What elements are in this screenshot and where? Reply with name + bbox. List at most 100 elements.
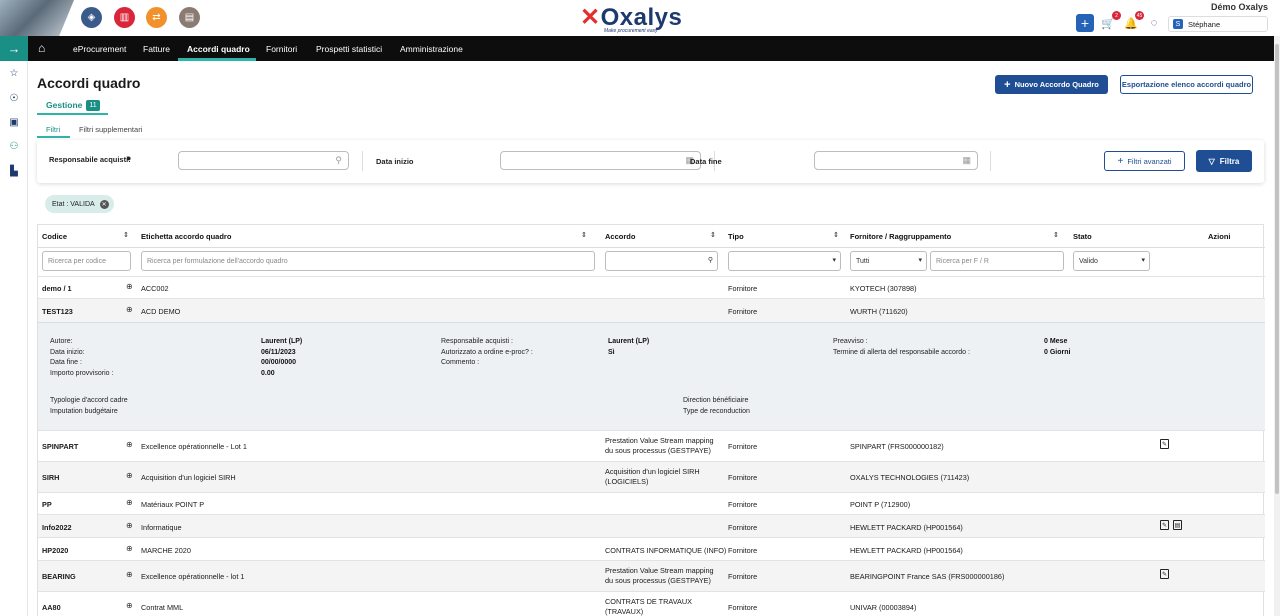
data-inizio-input[interactable]: ▦: [500, 151, 701, 170]
sort-icon[interactable]: ⇕: [1053, 231, 1059, 239]
search-codice-input[interactable]: Ricerca per codice: [42, 251, 131, 271]
table-row[interactable]: SPINPART ⊕ Excellence opérationnelle - L…: [38, 430, 1265, 461]
search-fornitore-input[interactable]: Ricerca per F / R: [930, 251, 1064, 271]
tipo-select[interactable]: ▾: [728, 251, 841, 271]
scroll-thumb[interactable]: [1275, 44, 1279, 494]
users-icon[interactable]: ⚇: [8, 140, 20, 152]
arrow-right-icon[interactable]: →: [0, 36, 28, 61]
tab-filtri-supplementari[interactable]: Filtri supplementari: [79, 125, 142, 134]
add-button[interactable]: +: [1076, 14, 1094, 32]
detail-importo: 0.00: [261, 369, 275, 377]
edit-icon[interactable]: ✎: [1160, 439, 1169, 449]
col-etichetta[interactable]: Etichetta accordo quadro: [141, 225, 231, 247]
zoom-icon[interactable]: ⊕: [126, 570, 133, 579]
zoom-icon[interactable]: ⊕: [126, 471, 133, 480]
filter-button-label: Filtra: [1219, 156, 1240, 166]
search-icon: ⚲: [335, 155, 342, 165]
table-row[interactable]: AA80 ⊕ Contrat MML CONTRATS DE TRAVAUX (…: [38, 591, 1265, 616]
home-icon[interactable]: ⌂: [38, 41, 45, 55]
row-tipo: Fornitore: [728, 603, 758, 612]
sort-icon[interactable]: ⇕: [581, 231, 587, 239]
sort-icon[interactable]: ⇕: [123, 231, 129, 239]
zoom-icon[interactable]: ⊕: [126, 544, 133, 553]
data-fine-label: Data fine: [690, 157, 722, 166]
tab-filtri[interactable]: Filtri: [46, 125, 60, 134]
nav-eprocurement[interactable]: eProcurement: [73, 44, 126, 54]
col-tipo[interactable]: Tipo: [728, 225, 744, 247]
detail-reconduction: Type de reconduction: [683, 407, 750, 415]
sort-icon[interactable]: ⇕: [710, 231, 716, 239]
row-tipo: Fornitore: [728, 442, 758, 451]
responsabile-input[interactable]: ⚲: [178, 151, 349, 170]
user-menu[interactable]: S Stéphane: [1168, 16, 1268, 32]
edit-icon[interactable]: ✎: [1160, 520, 1169, 530]
oxalys-logo[interactable]: ✕Oxalys Make procurement easy: [580, 3, 700, 34]
nav-fornitori[interactable]: Fornitori: [266, 44, 297, 54]
advanced-filters-button[interactable]: + Filtri avanzati: [1104, 151, 1185, 171]
cart-icon[interactable]: 🛒 2: [1099, 11, 1121, 32]
filter-button[interactable]: ▽ Filtra: [1196, 150, 1252, 172]
document-icon[interactable]: ▤: [1173, 520, 1182, 530]
zoom-icon[interactable]: ⊕: [126, 521, 133, 530]
bell-icon[interactable]: 🔔 45: [1122, 11, 1144, 32]
user-circle-icon: ●: [126, 153, 132, 163]
fornitore-select[interactable]: Tutti ▾: [850, 251, 927, 271]
advanced-filters-label: Filtri avanzati: [1127, 156, 1172, 166]
zoom-icon[interactable]: ⊕: [126, 601, 133, 610]
row-accordo: Acquisition d'un logiciel SIRH: [605, 467, 700, 476]
module-contract-icon[interactable]: ▤: [179, 7, 200, 28]
table-row[interactable]: TEST123 ⊕ ACD DEMO Fornitore WURTH (7116…: [38, 298, 1265, 322]
tab-filtri-underline: [37, 136, 70, 138]
nav-amministrazione[interactable]: Amministrazione: [400, 44, 463, 54]
col-accordo[interactable]: Accordo: [605, 225, 635, 247]
plus-icon: +: [1117, 155, 1124, 167]
new-framework-agreement-button[interactable]: + Nuovo Accordo Quadro: [995, 75, 1108, 94]
col-stato[interactable]: Stato: [1073, 225, 1092, 247]
sort-icon[interactable]: ⇕: [833, 231, 839, 239]
hand-user-icon[interactable]: ☉: [8, 92, 20, 104]
table-row[interactable]: demo / 1 ⊕ ACC002 Fornitore KYOTECH (307…: [38, 276, 1265, 298]
zoom-icon[interactable]: ⊕: [126, 498, 133, 507]
detail-autore: Laurent (LP): [261, 338, 303, 345]
zoom-icon[interactable]: ⊕: [126, 305, 133, 314]
zoom-icon[interactable]: ⊕: [126, 282, 133, 291]
col-codice[interactable]: Codice: [42, 225, 67, 247]
tab-gestione[interactable]: Gestione: [46, 100, 82, 110]
row-code: SIRH: [42, 473, 60, 482]
detail-direction: Direction bénéficiaire: [683, 397, 749, 404]
detail-data-inizio-label: Data inizio:: [50, 348, 85, 356]
remove-chip-icon[interactable]: ✕: [99, 199, 109, 209]
side-bar: ☆ ☉ ▣ ⚇ ▙: [0, 61, 28, 616]
edit-icon[interactable]: ✎: [1160, 569, 1169, 579]
stato-select[interactable]: Valido ▾: [1073, 251, 1150, 271]
table-row[interactable]: BEARING ⊕ Excellence opérationnelle - lo…: [38, 560, 1265, 591]
nav-fatture[interactable]: Fatture: [143, 44, 170, 54]
nav-accordi-quadro[interactable]: Accordi quadro: [187, 44, 250, 54]
module-layers-icon[interactable]: ◈: [81, 7, 102, 28]
table-row[interactable]: Info2022 ⊕ Informatique Fornitore HEWLET…: [38, 514, 1265, 537]
bar-chart-icon[interactable]: ▙: [8, 165, 20, 177]
table-row[interactable]: SIRH ⊕ Acquisition d'un logiciel SIRH Ac…: [38, 461, 1265, 492]
module-chart-icon[interactable]: ▥: [114, 7, 135, 28]
refresh-icon[interactable]: ◌: [1145, 14, 1163, 32]
agreements-table: Codice ⇕ Etichetta accordo quadro ⇕ Acco…: [37, 224, 1265, 616]
data-fine-input[interactable]: ▦: [814, 151, 978, 170]
briefcase-icon[interactable]: ▣: [8, 116, 20, 128]
row-accordo-sub: (LOGICIELS): [605, 477, 649, 486]
vertical-scrollbar[interactable]: [1274, 36, 1280, 616]
search-accordo-input[interactable]: ⚲: [605, 251, 718, 271]
star-icon[interactable]: ☆: [8, 67, 20, 79]
table-row[interactable]: PP ⊕ Matériaux POINT P Fornitore POINT P…: [38, 492, 1265, 514]
nav-prospetti-statistici[interactable]: Prospetti statistici: [316, 44, 382, 54]
zoom-icon[interactable]: ⊕: [126, 440, 133, 449]
table-row[interactable]: HP2020 ⊕ MARCHE 2020 CONTRATS INFORMATIQ…: [38, 537, 1265, 560]
search-etichetta-input[interactable]: Ricerca per formulazione dell'accordo qu…: [141, 251, 595, 271]
col-fornitore[interactable]: Fornitore / Raggruppamento: [850, 225, 951, 247]
row-fornitore: KYOTECH (307898): [850, 284, 917, 293]
account-name: Démo Oxalys: [1210, 2, 1268, 12]
row-code: demo / 1: [42, 284, 72, 293]
row-code: BEARING: [42, 572, 76, 581]
export-list-button[interactable]: Esportazione elenco accordi quadro: [1120, 75, 1253, 94]
module-exchange-icon[interactable]: ⇄: [146, 7, 167, 28]
row-tipo: Fornitore: [728, 500, 758, 509]
